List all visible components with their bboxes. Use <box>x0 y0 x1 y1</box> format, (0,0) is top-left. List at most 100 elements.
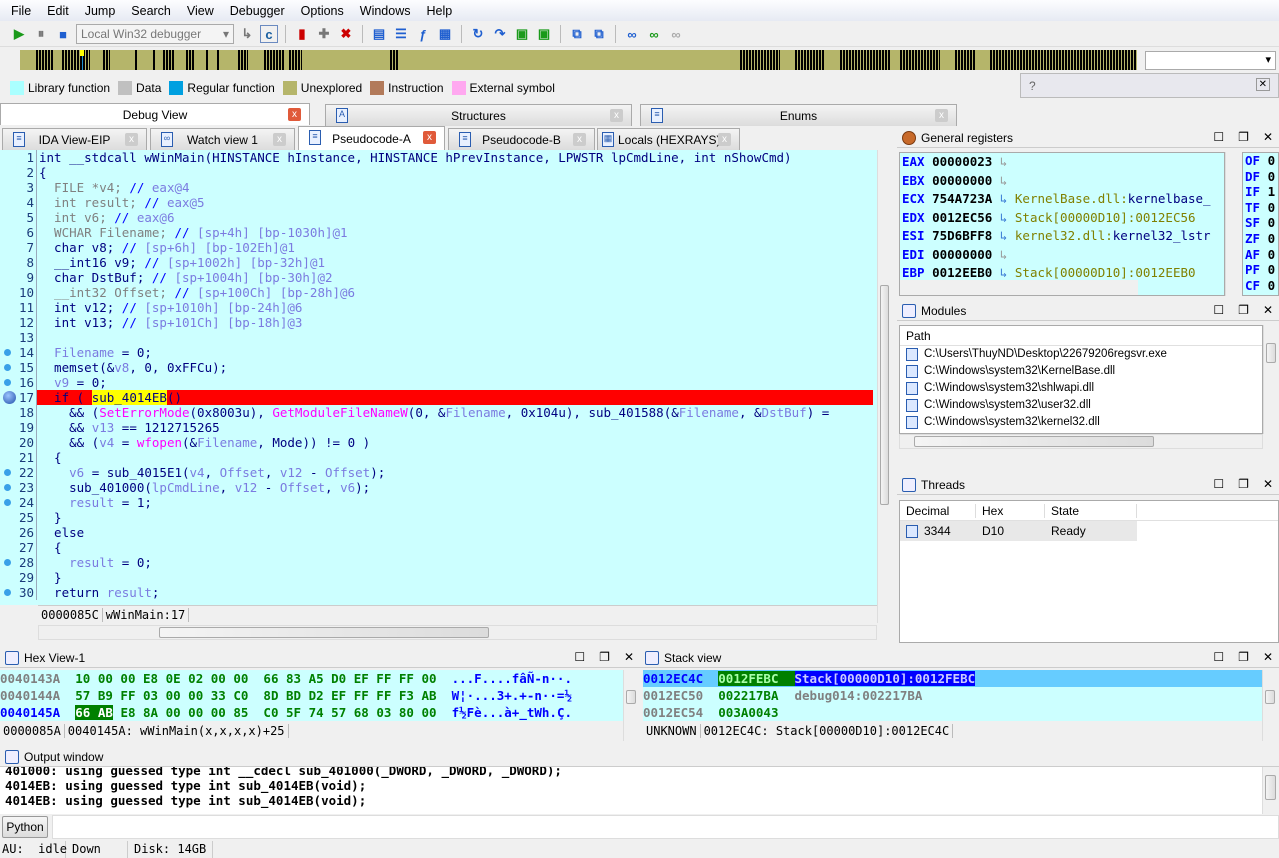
code-line[interactable]: 30 return result; <box>0 585 877 600</box>
code-line[interactable]: 1 int __stdcall wWinMain(HINSTANCE hInsta… <box>0 150 877 165</box>
maximize-icon[interactable]: ☐ <box>1213 477 1224 491</box>
code-line[interactable]: 9 char DstBuf; // [sp+1004h] [bp-30h]@2 <box>0 270 877 285</box>
code-line[interactable]: 21 { <box>0 450 877 465</box>
menu-help[interactable]: Help <box>418 4 460 18</box>
flag-value[interactable]: 0 <box>1268 215 1276 230</box>
code-token[interactable]: SetErrorMode <box>99 405 189 420</box>
stack-comment[interactable]: Stack[00000D10]:0012FEBC <box>794 671 976 686</box>
module-row[interactable]: C:\Windows\system32\shlwapi.dll <box>900 380 1262 397</box>
output-window[interactable]: 401000: using guessed type int __cdecl s… <box>0 767 1262 814</box>
step-over-icon[interactable]: ↷ <box>491 25 509 43</box>
register-target[interactable]: Stack[00000D10]:0012EEB0 <box>1015 265 1196 280</box>
flag-row[interactable]: ZF 0 <box>1243 231 1278 247</box>
flag-value[interactable]: 0 <box>1268 262 1276 277</box>
stack-value[interactable]: 003A0043 <box>718 705 794 720</box>
flag-value[interactable]: 0 <box>1268 247 1276 262</box>
jump-arrow-icon[interactable]: ↳ <box>992 228 1015 243</box>
restore-icon[interactable]: ❐ <box>1238 130 1249 144</box>
code-line[interactable]: 29 } <box>0 570 877 585</box>
hex-row[interactable]: 0040145A 66 AB E8 8A 00 00 00 85 C0 5F 7… <box>0 704 623 721</box>
module-row[interactable]: C:\Windows\system32\kernel32.dll <box>900 414 1262 431</box>
breakpoint-dot-icon[interactable] <box>4 379 11 386</box>
register-target-symbol[interactable]: kernelbase_ <box>1128 191 1211 206</box>
code-token[interactable]: wfopen <box>137 435 182 450</box>
register-value[interactable]: 75D6BFF8 <box>932 228 992 243</box>
stack-address[interactable]: 0012EC50 <box>643 688 703 703</box>
column-header-hex[interactable]: Hex <box>976 503 1045 518</box>
register-value[interactable]: 0012EEB0 <box>932 265 992 280</box>
jump-arrow-icon[interactable]: ↳ <box>992 173 1008 188</box>
stack-row[interactable]: 0012EC50 002217BA debug014:002217BA <box>643 687 1262 704</box>
code-line[interactable]: 25 } <box>0 510 877 525</box>
current-instruction-icon[interactable] <box>3 391 16 404</box>
navigation-band[interactable] <box>20 50 1137 70</box>
code-line[interactable]: 6 WCHAR Filename; // [sp+4h] [bp-1030h]@… <box>0 225 877 240</box>
close-icon[interactable]: ✕ <box>1263 130 1273 144</box>
register-target-symbol[interactable]: kernel32_lstr <box>1113 228 1211 243</box>
stack-row[interactable]: 0012EC54 003A0043 <box>643 704 1262 721</box>
trace-list-icon[interactable]: ☰ <box>392 25 410 43</box>
delete-watch-icon[interactable]: ∞ <box>667 25 685 43</box>
tab-ida-view-eip[interactable]: ≡ IDA View-EIP x <box>2 128 147 150</box>
menu-options[interactable]: Options <box>293 4 352 18</box>
register-value[interactable]: 754A723A <box>932 191 992 206</box>
register-target[interactable]: kernel32.dll: <box>1015 228 1113 243</box>
step-into-icon[interactable]: ↻ <box>469 25 487 43</box>
step-into-window-icon[interactable]: ▤ <box>370 25 388 43</box>
code-line[interactable]: 12 int v13; // [sp+101Ch] [bp-18h]@3 <box>0 315 877 330</box>
code-line[interactable]: 27 { <box>0 540 877 555</box>
register-row[interactable]: EAX 00000023 ↳ <box>900 153 1224 172</box>
code-horizontal-scrollbar[interactable] <box>38 625 877 640</box>
register-target[interactable]: Stack[00000D10]:0012EC56 <box>1015 210 1196 225</box>
flag-row[interactable]: OF 0 <box>1243 153 1278 169</box>
maximize-icon[interactable]: ☐ <box>1213 303 1224 317</box>
code-line[interactable]: 10 __int32 Offset; // [sp+100Ch] [bp-28h… <box>0 285 877 300</box>
register-row[interactable]: EBX 00000000 ↳ <box>900 172 1224 191</box>
code-line[interactable]: 23 sub_401000(lpCmdLine, v12 - Offset, v… <box>0 480 877 495</box>
menu-view[interactable]: View <box>179 4 222 18</box>
stack-comment[interactable]: debug014:002217BA <box>795 688 923 703</box>
menu-edit[interactable]: Edit <box>39 4 77 18</box>
registers-view[interactable]: EAX 00000023 ↳ EBX 00000000 ↳ ECX 754A72… <box>899 152 1225 296</box>
hex-row[interactable]: 0040144A 57 B9 FF 03 00 00 33 C0 8D BD D… <box>0 687 623 704</box>
code-line[interactable]: 20 && (v4 = wfopen(&Filename, Mode)) != … <box>0 435 877 450</box>
python-command-input[interactable] <box>52 815 1279 839</box>
breakpoint-dot-icon[interactable] <box>4 364 11 371</box>
delete-breakpoint-icon[interactable]: ✖ <box>337 25 355 43</box>
hex-cursor-bytes[interactable]: 66 AB <box>75 705 113 720</box>
flag-row[interactable]: IF 1 <box>1243 184 1278 200</box>
flag-value[interactable]: 0 <box>1268 278 1276 293</box>
flag-value[interactable]: 0 <box>1268 231 1276 246</box>
register-value[interactable]: 00000000 <box>932 173 992 188</box>
hex-ascii[interactable]: f½Fè...à+_tWh.Ç. <box>452 705 572 720</box>
breakpoint-dot-icon[interactable] <box>4 559 11 566</box>
hex-bytes[interactable]: 57 B9 FF 03 00 00 33 C0 8D BD D2 EF FF F… <box>75 688 436 703</box>
close-icon[interactable]: x <box>573 133 586 146</box>
navigation-band-select[interactable] <box>1145 51 1276 70</box>
column-header-path[interactable]: Path <box>900 326 1262 346</box>
flag-row[interactable]: AF 0 <box>1243 247 1278 263</box>
close-icon[interactable]: x <box>935 109 948 122</box>
register-row[interactable]: EDI 00000000 ↳ <box>900 246 1224 265</box>
trace-options-icon[interactable]: ▦ <box>436 25 454 43</box>
register-value[interactable]: 00000023 <box>932 154 992 169</box>
jump-arrow-icon[interactable]: ↳ <box>992 247 1008 262</box>
restore-icon[interactable]: ❐ <box>1238 650 1249 664</box>
modules-horizontal-scrollbar[interactable] <box>899 434 1263 449</box>
code-line[interactable]: 7 char v8; // [sp+6h] [bp-102Eh]@1 <box>0 240 877 255</box>
module-row[interactable]: C:\Windows\system32\KernelBase.dll <box>900 363 1262 380</box>
stack-address[interactable]: 0012EC54 <box>643 705 703 720</box>
maximize-icon[interactable]: ☐ <box>574 650 585 664</box>
code-line[interactable]: 5 int v6; // eax@6 <box>0 210 877 225</box>
function-trace-icon[interactable]: ƒ <box>414 25 432 43</box>
close-icon[interactable]: x <box>610 109 623 122</box>
code-token[interactable]: GetModuleFileNameW <box>272 405 407 420</box>
breakpoint-dot-icon[interactable] <box>4 349 11 356</box>
flag-row[interactable]: DF 0 <box>1243 169 1278 185</box>
stack-row[interactable]: 0012EC4C 0012FEBC Stack[00000D10]:0012FEB… <box>643 670 1262 687</box>
modules-list[interactable]: Path C:\Users\ThuyND\Desktop\22679206reg… <box>899 325 1263 434</box>
register-value[interactable]: 00000000 <box>932 247 992 262</box>
tab-enums[interactable]: ≡ Enums x <box>640 104 957 126</box>
hex-bytes[interactable]: E8 8A 00 00 00 85 C0 5F 74 57 68 03 80 0… <box>113 705 436 720</box>
run-until-return-icon[interactable]: ▣ <box>535 25 553 43</box>
